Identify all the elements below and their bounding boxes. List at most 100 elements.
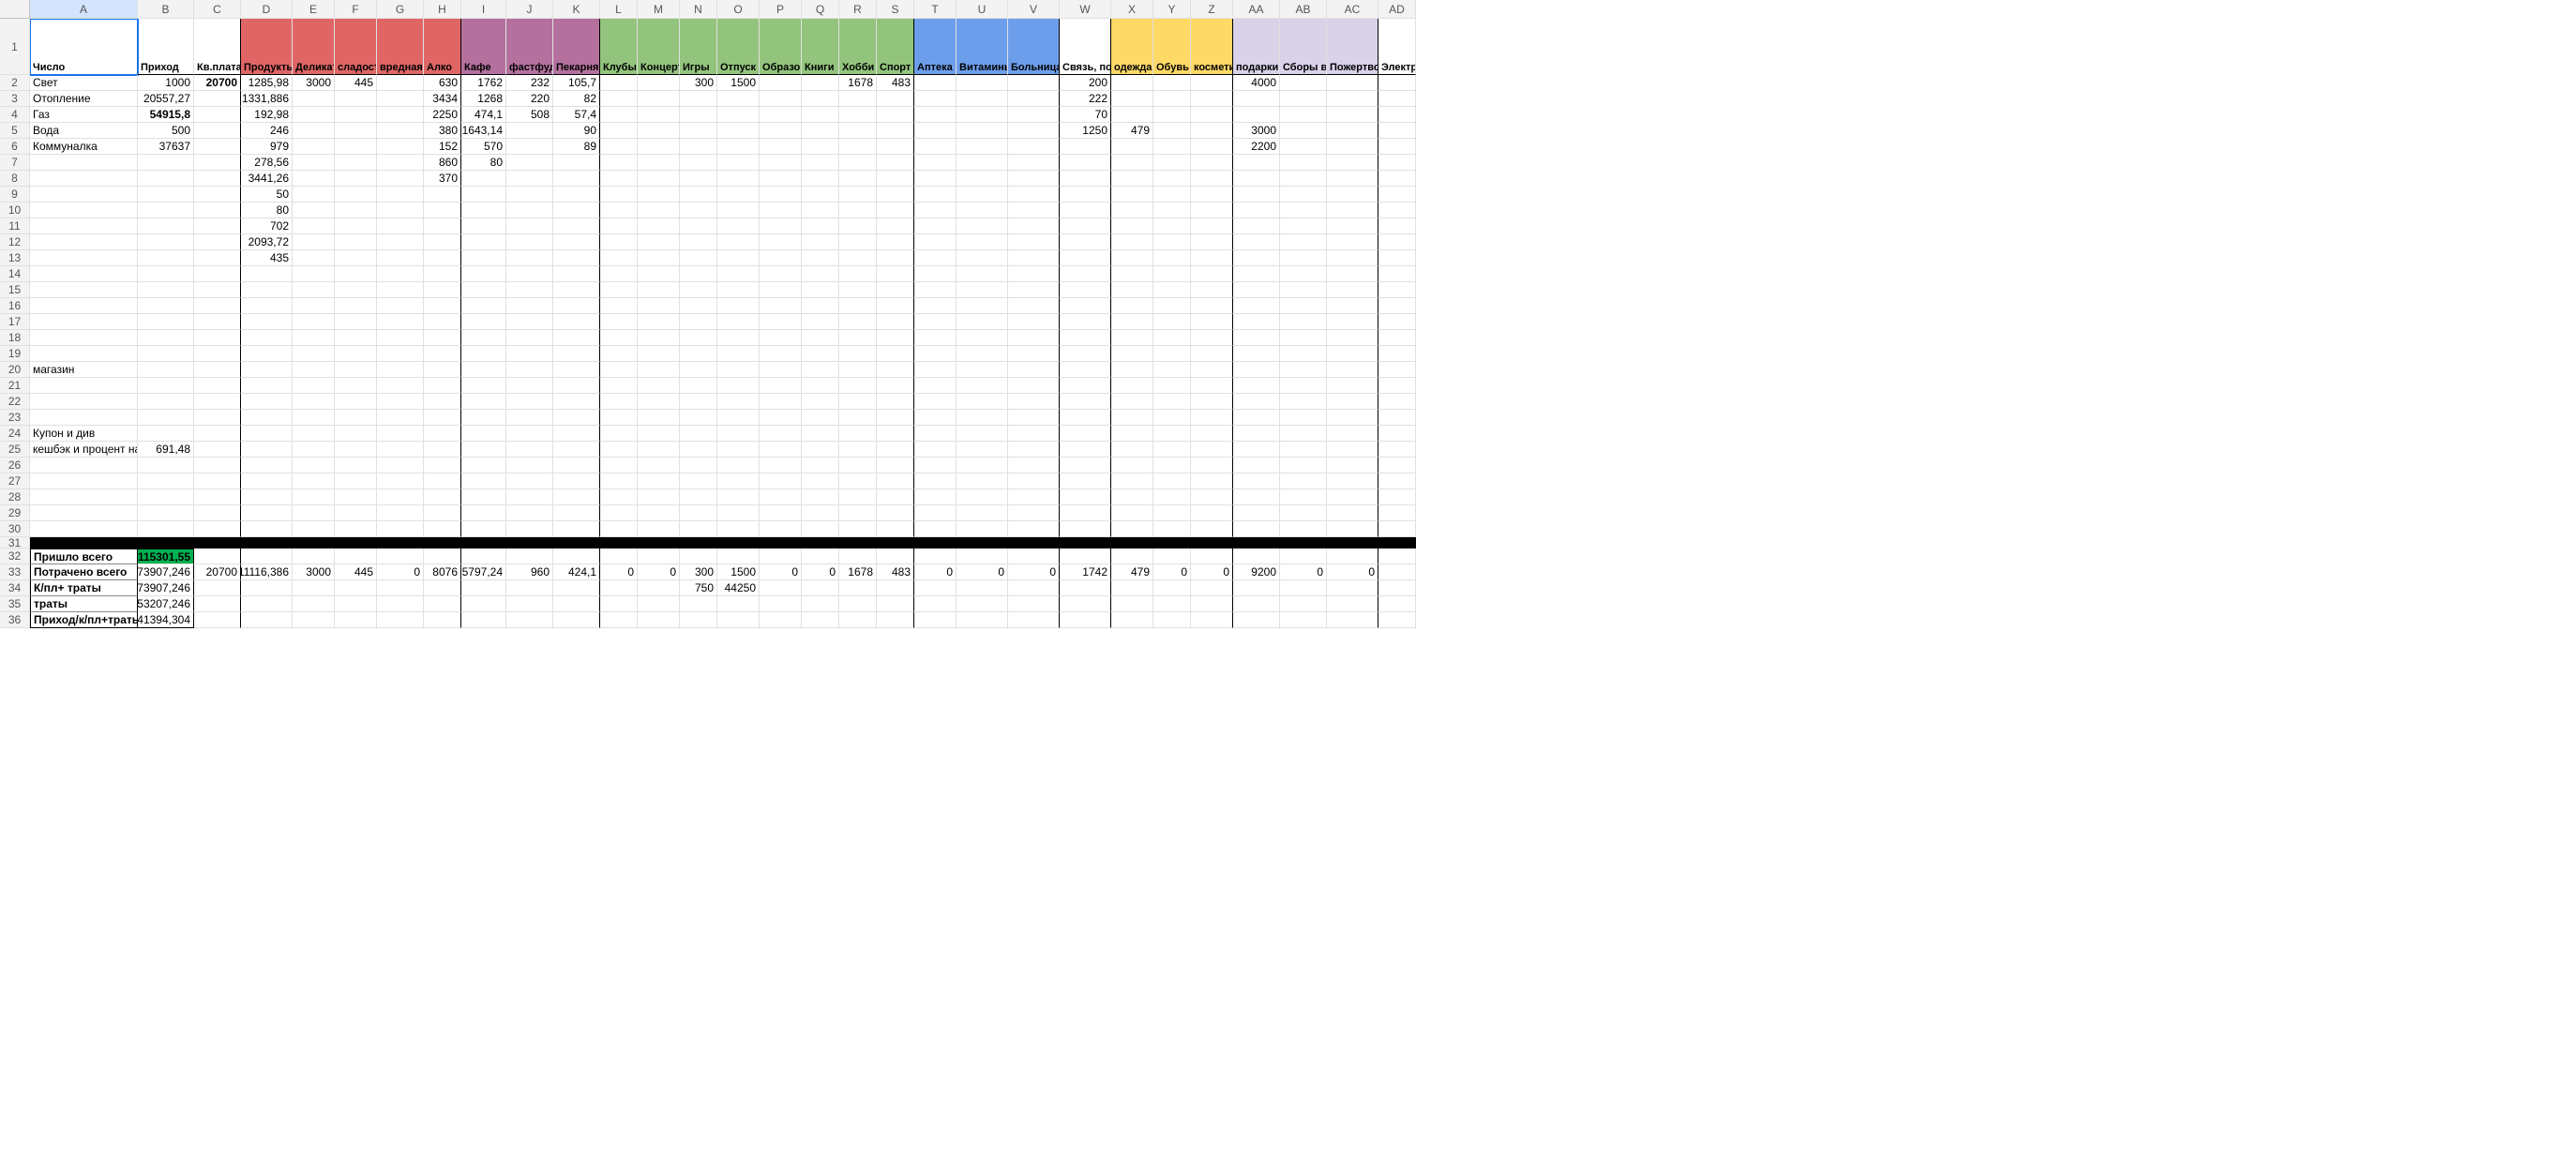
cell-Z27[interactable]: [1191, 473, 1233, 489]
cell-D12[interactable]: 2093,72: [241, 234, 293, 250]
cell-Y35[interactable]: [1153, 596, 1191, 612]
category-header-M[interactable]: Концерты, театр и тп: [638, 19, 680, 75]
cell-J32[interactable]: [506, 548, 553, 564]
category-header-I[interactable]: Кафе: [461, 19, 506, 75]
cell-U31[interactable]: [957, 537, 1008, 548]
row-header-24[interactable]: 24: [0, 426, 30, 442]
cell-I12[interactable]: [461, 234, 506, 250]
cell-F24[interactable]: [335, 426, 377, 442]
cell-AB32[interactable]: [1280, 548, 1327, 564]
cell-A21[interactable]: [30, 378, 138, 394]
cell-I28[interactable]: [461, 489, 506, 505]
cell-P2[interactable]: [760, 75, 802, 91]
cell-C24[interactable]: [194, 426, 241, 442]
cell-V5[interactable]: [1008, 123, 1060, 139]
cell-AB23[interactable]: [1280, 410, 1327, 426]
cell-P6[interactable]: [760, 139, 802, 155]
category-header-AB[interactable]: Сборы в офисе: [1280, 19, 1327, 75]
cell-G12[interactable]: [377, 234, 424, 250]
cell-Z18[interactable]: [1191, 330, 1233, 346]
cell-L4[interactable]: [600, 107, 638, 123]
cell-Q28[interactable]: [802, 489, 839, 505]
cell-W3[interactable]: 222: [1060, 91, 1111, 107]
cell-O10[interactable]: [717, 203, 760, 218]
cell-F33[interactable]: 445: [335, 564, 377, 580]
cell-O3[interactable]: [717, 91, 760, 107]
cell-X28[interactable]: [1111, 489, 1153, 505]
cell-B7[interactable]: [138, 155, 194, 171]
cell-S14[interactable]: [877, 266, 914, 282]
cell-J21[interactable]: [506, 378, 553, 394]
cell-AB14[interactable]: [1280, 266, 1327, 282]
cell-R24[interactable]: [839, 426, 877, 442]
cell-T6[interactable]: [914, 139, 957, 155]
row-header-23[interactable]: 23: [0, 410, 30, 426]
cell-S25[interactable]: [877, 442, 914, 458]
cell-F27[interactable]: [335, 473, 377, 489]
cell-AB2[interactable]: [1280, 75, 1327, 91]
cell-Y4[interactable]: [1153, 107, 1191, 123]
cell-D16[interactable]: [241, 298, 293, 314]
cell-AD33[interactable]: [1378, 564, 1416, 580]
cell-X14[interactable]: [1111, 266, 1153, 282]
cell-C13[interactable]: [194, 250, 241, 266]
cell-E35[interactable]: [293, 596, 335, 612]
cell-C28[interactable]: [194, 489, 241, 505]
column-header-F[interactable]: F: [335, 0, 377, 19]
cell-AB30[interactable]: [1280, 521, 1327, 537]
cell-I23[interactable]: [461, 410, 506, 426]
cell-I34[interactable]: [461, 580, 506, 596]
row-header-31[interactable]: 31: [0, 537, 30, 548]
cell-F17[interactable]: [335, 314, 377, 330]
cell-X25[interactable]: [1111, 442, 1153, 458]
cell-I26[interactable]: [461, 458, 506, 473]
cell-H12[interactable]: [424, 234, 461, 250]
cell-R11[interactable]: [839, 218, 877, 234]
column-header-H[interactable]: H: [424, 0, 461, 19]
cell-AC19[interactable]: [1327, 346, 1378, 362]
cell-AD22[interactable]: [1378, 394, 1416, 410]
cell-O22[interactable]: [717, 394, 760, 410]
cell-D20[interactable]: [241, 362, 293, 378]
cell-P17[interactable]: [760, 314, 802, 330]
cell-G10[interactable]: [377, 203, 424, 218]
cell-B18[interactable]: [138, 330, 194, 346]
cell-E36[interactable]: [293, 612, 335, 628]
cell-P25[interactable]: [760, 442, 802, 458]
row-header-32[interactable]: 32: [0, 548, 30, 564]
cell-Y3[interactable]: [1153, 91, 1191, 107]
cell-U6[interactable]: [957, 139, 1008, 155]
cell-O25[interactable]: [717, 442, 760, 458]
cell-W27[interactable]: [1060, 473, 1111, 489]
cell-A20[interactable]: магазин: [30, 362, 138, 378]
cell-W31[interactable]: [1060, 537, 1111, 548]
cell-U25[interactable]: [957, 442, 1008, 458]
cell-L26[interactable]: [600, 458, 638, 473]
category-header-X[interactable]: одежда: [1111, 19, 1153, 75]
cell-Y6[interactable]: [1153, 139, 1191, 155]
cell-AA7[interactable]: [1233, 155, 1280, 171]
cell-N29[interactable]: [680, 505, 717, 521]
cell-T32[interactable]: [914, 548, 957, 564]
cell-W4[interactable]: 70: [1060, 107, 1111, 123]
column-header-V[interactable]: V: [1008, 0, 1060, 19]
row-header-30[interactable]: 30: [0, 521, 30, 537]
column-header-B[interactable]: B: [138, 0, 194, 19]
cell-A13[interactable]: [30, 250, 138, 266]
cell-J8[interactable]: [506, 171, 553, 187]
cell-M21[interactable]: [638, 378, 680, 394]
cell-N4[interactable]: [680, 107, 717, 123]
column-header-AC[interactable]: AC: [1327, 0, 1378, 19]
cell-P24[interactable]: [760, 426, 802, 442]
cell-K24[interactable]: [553, 426, 600, 442]
category-header-AA[interactable]: подарки: [1233, 19, 1280, 75]
cell-T28[interactable]: [914, 489, 957, 505]
cell-AB20[interactable]: [1280, 362, 1327, 378]
cell-AC28[interactable]: [1327, 489, 1378, 505]
cell-H17[interactable]: [424, 314, 461, 330]
cell-B26[interactable]: [138, 458, 194, 473]
category-header-A[interactable]: Число: [30, 19, 138, 75]
row-header-13[interactable]: 13: [0, 250, 30, 266]
cell-H33[interactable]: 8076: [424, 564, 461, 580]
cell-D28[interactable]: [241, 489, 293, 505]
